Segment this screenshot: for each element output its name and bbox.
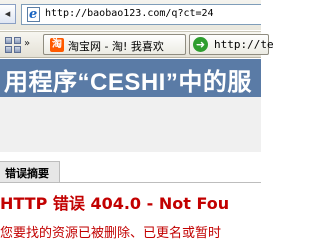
summary-tab-label: 错误摘要 [5,167,49,180]
tab-taobao-label: 淘宝网 - 淘! 我喜欢 [68,40,164,53]
error-title: HTTP 错误 404.0 - Not Fou [0,194,230,213]
taobao-icon: 淘 [50,38,64,52]
quick-tabs-cell [5,37,12,44]
back-dropdown-button[interactable]: ◂ [0,4,16,24]
tab-link-label: http://te [214,38,274,51]
chevron-down-icon[interactable]: » [24,38,30,49]
ie-page-icon: e [27,7,40,22]
quick-tabs-cell [5,46,12,53]
quick-tabs-cell [14,46,21,53]
page-title: 用程序“CESHI”中的服 [4,69,252,96]
quick-tabs-icon[interactable] [5,37,21,53]
address-url-text[interactable]: http://baobao123.com/q?ct=24 [45,8,214,19]
error-description: 您要找的资源已被删除、已更名或暂时 [0,226,222,241]
ie-logo-glyph: e [29,7,38,22]
go-arrow-icon: ➜ [193,37,208,52]
quick-tabs-cell [14,37,21,44]
header-gray-area [0,97,261,152]
summary-divider [60,182,261,183]
